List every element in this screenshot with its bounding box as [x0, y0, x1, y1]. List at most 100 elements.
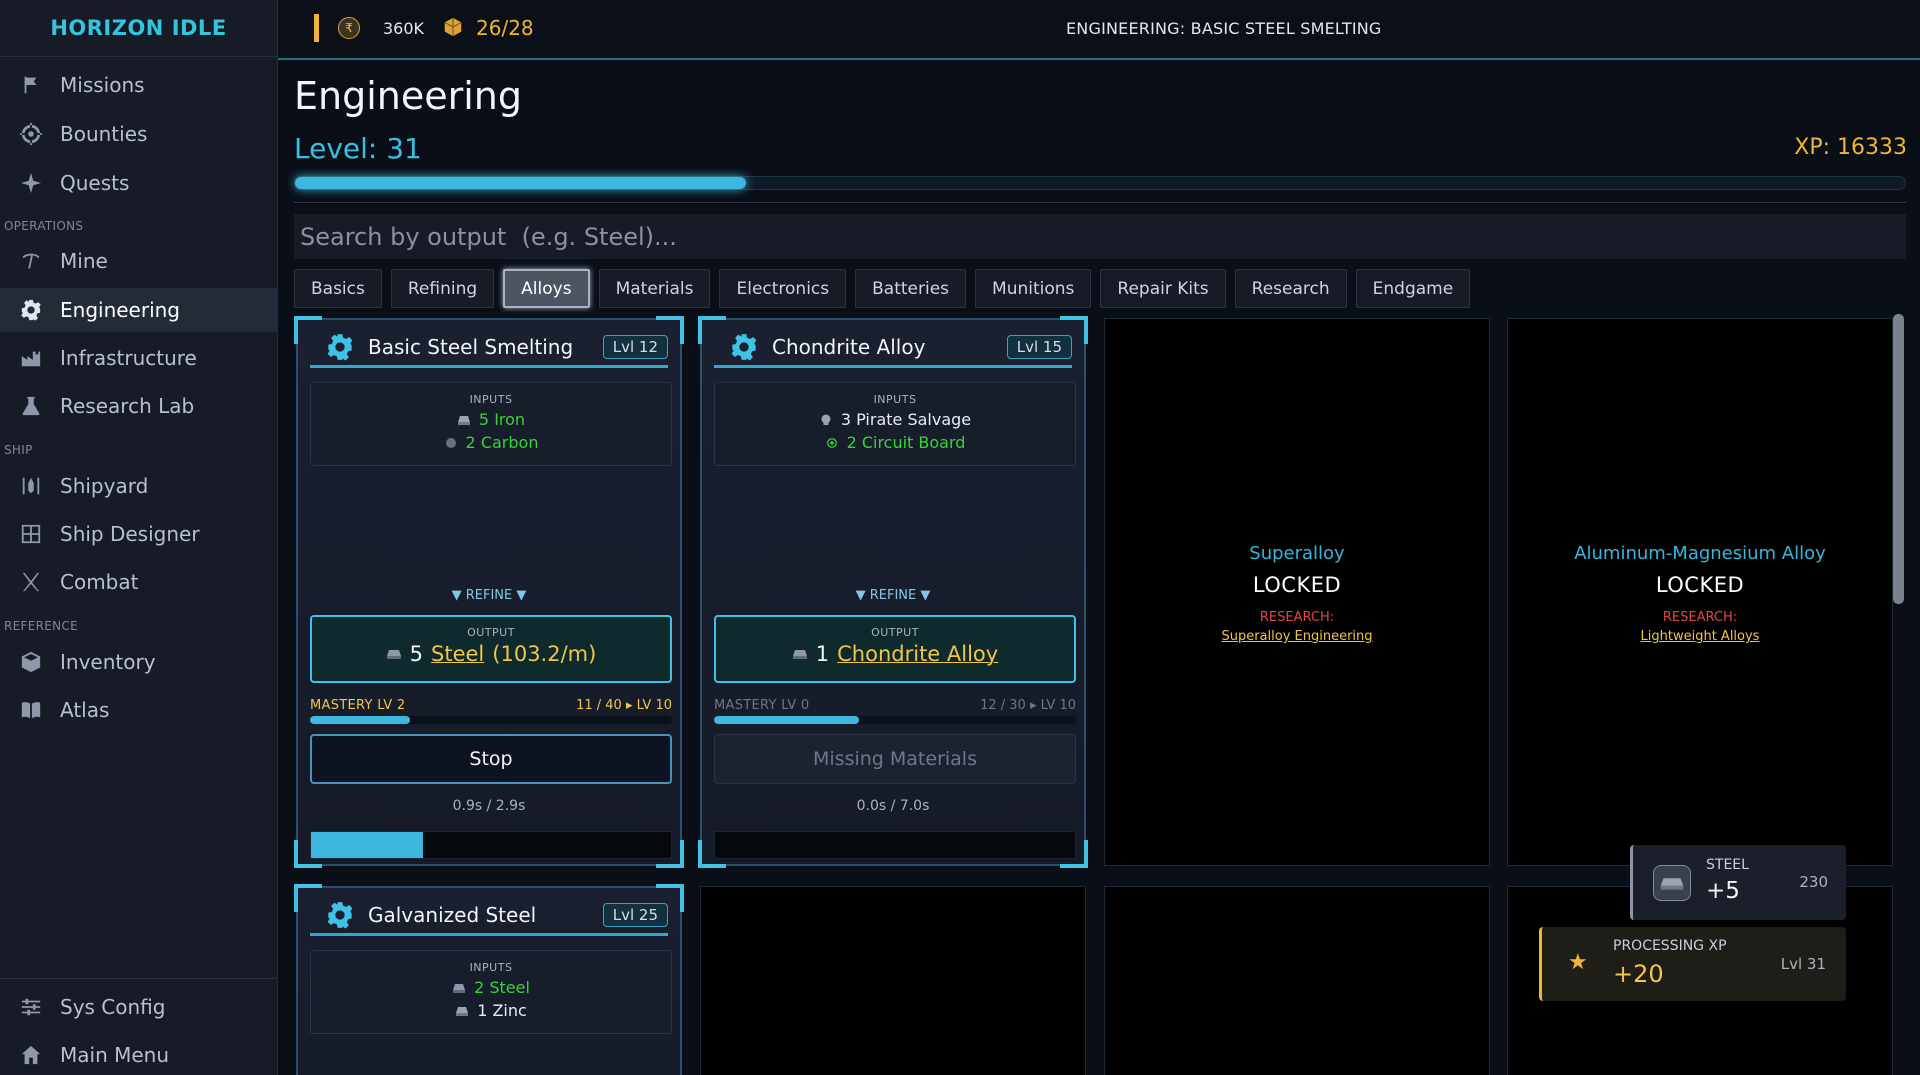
sidebar-item-bounties[interactable]: Bounties: [0, 112, 277, 156]
current-activity[interactable]: ENGINEERING: BASIC STEEL SMELTING: [1066, 19, 1382, 38]
input-item: 3 Pirate Salvage: [715, 410, 1075, 429]
tab-basics[interactable]: Basics: [294, 269, 382, 308]
tab-refining[interactable]: Refining: [390, 269, 495, 308]
toast-xp-level: Lvl 31: [1780, 955, 1826, 973]
sliders-icon: [19, 995, 43, 1019]
sidebar-item-ship-designer[interactable]: Ship Designer: [0, 512, 277, 556]
missing-materials-button[interactable]: Missing Materials: [714, 734, 1076, 784]
toast-item-value: +5: [1706, 878, 1740, 904]
shipyard-icon: [19, 474, 43, 498]
credits-icon: ₹: [338, 17, 360, 39]
inputs-label: INPUTS: [873, 393, 917, 406]
input-text: 2 Carbon: [465, 433, 539, 452]
flag-icon: [19, 73, 43, 97]
sidebar-item-infrastructure[interactable]: Infrastructure: [0, 336, 277, 380]
sidebar-item-mine[interactable]: Mine: [0, 239, 277, 283]
xp-progress-bar: [294, 176, 1906, 190]
tab-alloys[interactable]: Alloys: [503, 269, 590, 308]
recipe-level-badge: Lvl 15: [1006, 334, 1072, 359]
top-bar: ₹ 360K 26/28 ENGINEERING: BASIC STEEL SM…: [278, 0, 1920, 60]
mastery-progress-text: 12 / 30 ▸ LV 10: [980, 698, 1076, 713]
page-title: Engineering: [294, 74, 522, 118]
input-text: 3 Pirate Salvage: [840, 410, 972, 429]
sidebar-item-atlas[interactable]: Atlas: [0, 688, 277, 732]
carbon-icon: [445, 437, 456, 448]
sidebar-item-shipyard[interactable]: Shipyard: [0, 464, 277, 508]
sidebar-item-label: Infrastructure: [60, 346, 197, 370]
locked-status: LOCKED: [1655, 573, 1745, 597]
toast-xp-value: +20: [1613, 960, 1664, 988]
flask-icon: [19, 394, 43, 418]
sidebar-item-engineering[interactable]: Engineering: [0, 288, 277, 332]
recipe-header: Chondrite Alloy Lvl 15: [714, 328, 1072, 368]
sidebar: HORIZON IDLE Missions Bounties Quests OP…: [0, 0, 278, 1075]
output-item: 5 Steel (103.2/m): [312, 642, 670, 666]
chip-icon: [826, 437, 837, 448]
sidebar-item-main-menu[interactable]: Main Menu: [0, 1033, 277, 1075]
refine-label: ▼ REFINE ▼: [451, 588, 527, 603]
input-text: 5 Iron: [478, 410, 526, 429]
sidebar-item-label: Research Lab: [60, 394, 195, 418]
output-name-link[interactable]: Steel: [431, 642, 484, 666]
input-item: 2 Carbon: [311, 433, 671, 452]
craft-progress-fill: [311, 832, 423, 858]
factory-icon: [19, 346, 43, 370]
grid-icon: [19, 522, 43, 546]
tab-research[interactable]: Research: [1234, 269, 1347, 308]
ingot-icon: [456, 1006, 469, 1016]
sidebar-item-label: Combat: [60, 570, 139, 594]
tab-repair-kits[interactable]: Repair Kits: [1100, 269, 1226, 308]
research-label: RESEARCH:: [1259, 610, 1335, 625]
recipe-card-galvanized-steel[interactable]: Galvanized Steel Lvl 25 INPUTS 2 Steel 1…: [294, 884, 684, 1075]
sidebar-item-label: Atlas: [60, 698, 110, 722]
recipe-inputs: INPUTS 5 Iron 2 Carbon: [310, 382, 672, 466]
sidebar-item-label: Bounties: [60, 122, 148, 146]
inputs-label: INPUTS: [469, 961, 513, 974]
research-link[interactable]: Superalloy Engineering: [1105, 629, 1489, 644]
sidebar-item-research-lab[interactable]: Research Lab: [0, 384, 277, 428]
sidebar-item-label: Sys Config: [60, 995, 166, 1019]
mastery-level: MASTERY LV 2: [310, 698, 406, 713]
output-name-link[interactable]: Chondrite Alloy: [837, 642, 998, 666]
sidebar-item-missions[interactable]: Missions: [0, 63, 277, 107]
mastery-progress-text: 11 / 40 ▸ LV 10: [576, 698, 672, 713]
stop-button[interactable]: Stop: [310, 734, 672, 784]
sidebar-item-label: Missions: [60, 73, 145, 97]
sidebar-item-quests[interactable]: Quests: [0, 161, 277, 205]
research-label: RESEARCH:: [1662, 610, 1738, 625]
recipe-card-chondrite-alloy[interactable]: Chondrite Alloy Lvl 15 INPUTS 3 Pirate S…: [698, 316, 1088, 868]
sidebar-item-combat[interactable]: Combat: [0, 560, 277, 604]
search-input[interactable]: [294, 214, 1906, 259]
scrollbar[interactable]: [1893, 314, 1904, 604]
recipe-title: Chondrite Alloy: [772, 334, 926, 359]
research-link[interactable]: Lightweight Alloys: [1508, 629, 1892, 644]
tab-electronics[interactable]: Electronics: [719, 269, 847, 308]
sidebar-item-label: Inventory: [60, 650, 156, 674]
craft-progress-bar: [714, 831, 1076, 859]
output-rate: (103.2/m): [492, 642, 597, 666]
cargo-value: 26/28: [476, 16, 534, 40]
sidebar-item-label: Quests: [60, 171, 130, 195]
gear-icon: [731, 333, 757, 361]
sidebar-item-inventory[interactable]: Inventory: [0, 640, 277, 684]
sidebar-item-label: Ship Designer: [60, 522, 200, 546]
mastery-bar: [310, 716, 672, 724]
tab-batteries[interactable]: Batteries: [855, 269, 967, 308]
home-icon: [19, 1043, 43, 1067]
recipe-header: Basic Steel Smelting Lvl 12: [310, 328, 668, 368]
tab-endgame[interactable]: Endgame: [1355, 269, 1471, 308]
recipe-title: Galvanized Steel: [368, 902, 537, 927]
craft-progress-bar: [310, 831, 672, 859]
sidebar-item-sys-config[interactable]: Sys Config: [0, 985, 277, 1029]
empty-card-slot: [700, 886, 1086, 1075]
toast-item-count: 230: [1799, 873, 1828, 891]
gear-icon: [19, 298, 43, 322]
recipe-card-basic-steel-smelting[interactable]: Basic Steel Smelting Lvl 12 INPUTS 5 Iro…: [294, 316, 684, 868]
tab-munitions[interactable]: Munitions: [975, 269, 1092, 308]
recipe-inputs: INPUTS 3 Pirate Salvage 2 Circuit Board: [714, 382, 1076, 466]
target-icon: [19, 122, 43, 146]
input-text: 2 Steel: [474, 978, 530, 997]
tab-materials[interactable]: Materials: [598, 269, 711, 308]
input-item: 5 Iron: [311, 410, 671, 429]
xp-progress-fill: [295, 177, 746, 189]
